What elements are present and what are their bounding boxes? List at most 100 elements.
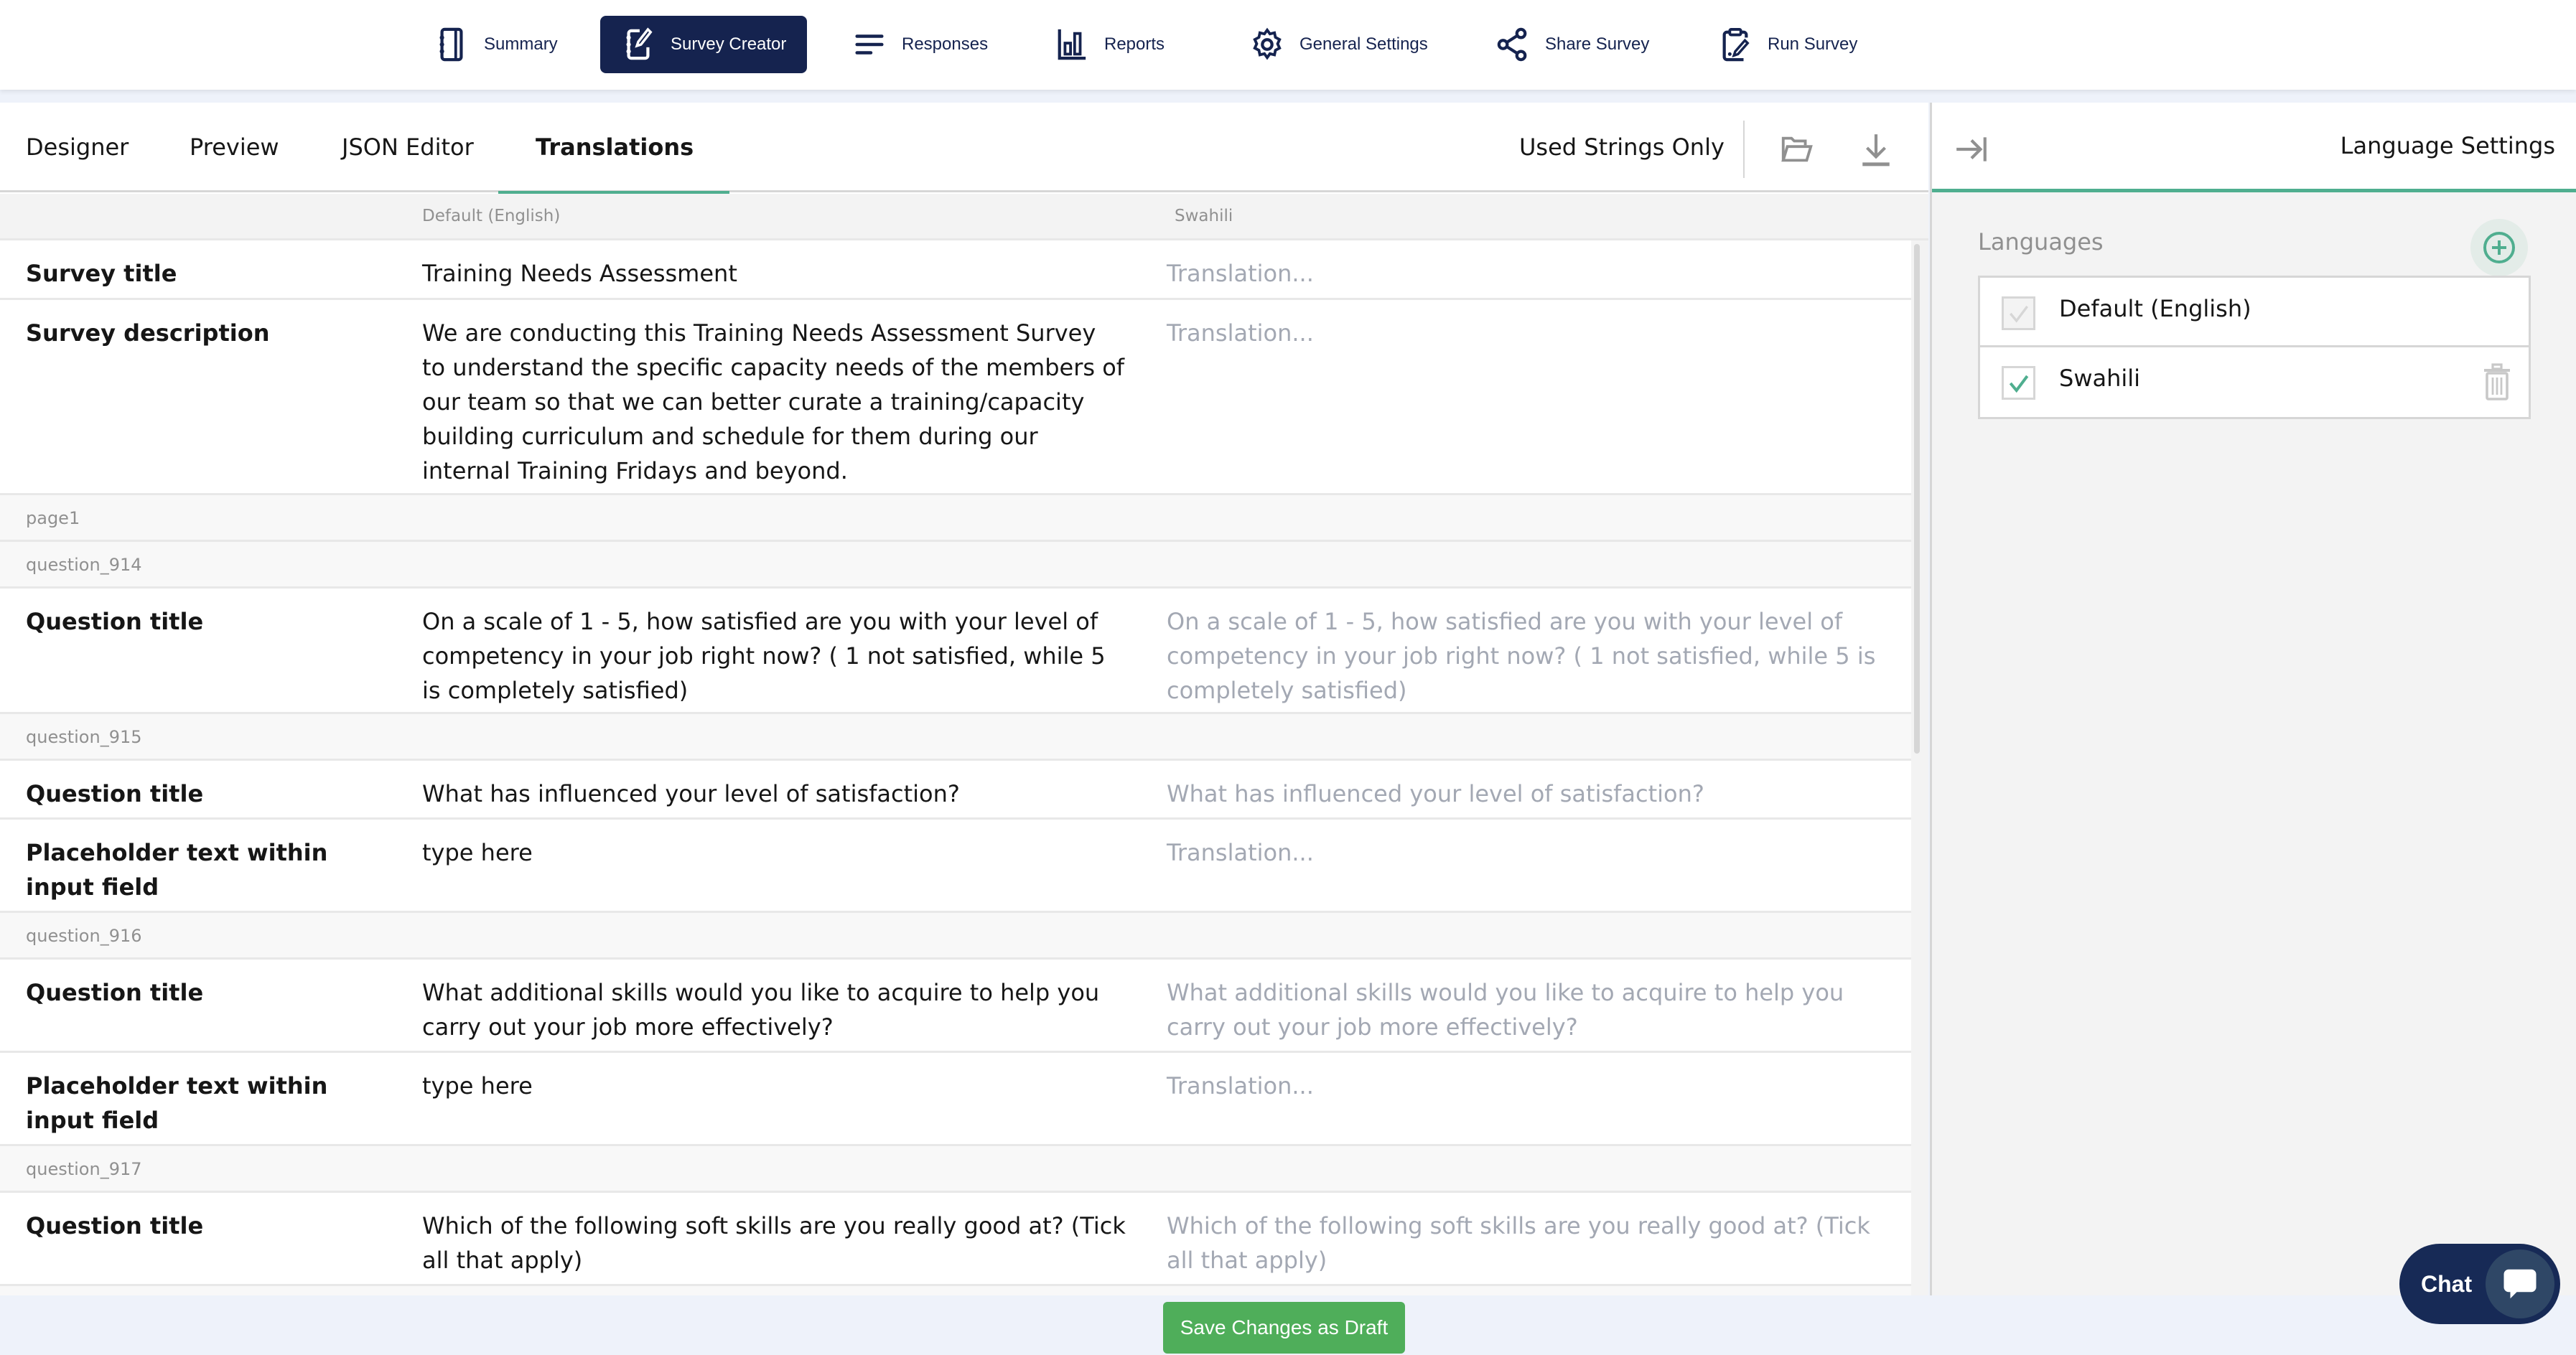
group-label: question_917	[26, 1159, 142, 1179]
language-settings-panel: Language Settings Languages Default (Eng…	[1930, 103, 2576, 1295]
group-label: question_914	[26, 555, 142, 575]
side-panel-title: Language Settings	[2340, 132, 2555, 159]
default-text: type here	[422, 839, 533, 866]
nav-responses[interactable]: Responses	[840, 16, 1001, 73]
add-language-button[interactable]	[2470, 219, 2528, 276]
row-label: Survey description	[26, 319, 270, 347]
table-row: Question title What has influenced your …	[0, 761, 1911, 820]
group-label: question_915	[26, 727, 142, 747]
bar-chart-icon	[1058, 29, 1086, 60]
nav-survey-creator-label: Survey Creator	[671, 34, 787, 54]
table-row: Survey title Training Needs Assessment T…	[0, 240, 1911, 300]
table-row: Placeholder text within input field type…	[0, 1053, 1911, 1146]
default-text: type here	[422, 1072, 533, 1100]
tab-translations[interactable]: Translations	[498, 103, 730, 194]
language-item: Default (English)	[1980, 278, 2529, 347]
nav-reports[interactable]: Reports	[1042, 16, 1177, 73]
group-row: question_915	[0, 714, 1911, 761]
translation-input[interactable]: What has influenced your level of satisf…	[1167, 777, 1885, 811]
row-label: Question title	[26, 608, 204, 635]
chat-button[interactable]: Chat	[2399, 1244, 2560, 1324]
language-name: Swahili	[2059, 365, 2141, 392]
language-checkbox[interactable]	[2002, 296, 2035, 330]
share-icon	[1497, 27, 1527, 62]
row-label: Question title	[26, 1212, 204, 1239]
nav-share-survey[interactable]: Share Survey	[1483, 16, 1662, 73]
group-row: question_916	[0, 913, 1911, 960]
notebook-icon	[439, 27, 463, 62]
creator-tabbar: Designer Preview JSON Editor Translation…	[0, 103, 1928, 194]
used-strings-only-toggle[interactable]: Used Strings Only	[1519, 103, 1725, 192]
group-label: page1	[26, 508, 80, 528]
tab-preview[interactable]: Preview	[190, 103, 279, 192]
check-icon	[2009, 375, 2029, 393]
language-name: Default (English)	[2059, 295, 2251, 322]
table-row: Question title Which of the following so…	[0, 1193, 1911, 1286]
nav-general-settings[interactable]: General Settings	[1238, 16, 1441, 73]
nav-survey-creator[interactable]: Survey Creator	[600, 16, 807, 73]
table-row: Question title What additional skills wo…	[0, 960, 1911, 1053]
language-checkbox[interactable]	[2002, 366, 2035, 400]
row-label: Placeholder text within input field	[26, 1072, 328, 1134]
default-text: Training Needs Assessment	[422, 260, 737, 287]
check-icon	[2010, 306, 2028, 323]
default-text: What additional skills would you like to…	[422, 979, 1100, 1041]
side-panel-header: Language Settings	[1932, 103, 2576, 192]
table-row: Survey description We are conducting thi…	[0, 300, 1911, 495]
nav-summary[interactable]: Summary	[422, 16, 571, 73]
nav-share-survey-label: Share Survey	[1545, 34, 1650, 54]
translation-input[interactable]: Translation...	[1167, 835, 1885, 870]
translation-input[interactable]: Translation...	[1167, 256, 1885, 291]
row-label: Question title	[26, 979, 204, 1006]
default-text: We are conducting this Training Needs As…	[422, 319, 1125, 484]
nav-responses-label: Responses	[902, 34, 989, 54]
tab-json-editor[interactable]: JSON Editor	[342, 103, 474, 192]
row-label: Question title	[26, 780, 204, 807]
vertical-scrollbar[interactable]	[1914, 244, 1920, 754]
nav-reports-label: Reports	[1104, 34, 1165, 54]
chat-bubble-icon	[2503, 1269, 2537, 1299]
nav-run-survey-label: Run Survey	[1768, 34, 1858, 54]
trash-icon	[2484, 363, 2510, 400]
table-row: Placeholder text within input field type…	[0, 820, 1911, 913]
collapse-panel-button[interactable]	[1954, 131, 1989, 167]
translation-input[interactable]: Which of the following soft skills are y…	[1167, 1209, 1885, 1277]
nav-summary-label: Summary	[484, 34, 558, 54]
table-header: Default (English) Swahili	[0, 194, 1928, 240]
export-button[interactable]	[1858, 131, 1894, 167]
chat-label: Chat	[2421, 1270, 2473, 1297]
row-label: Survey title	[26, 260, 177, 287]
translations-panel: Designer Preview JSON Editor Translation…	[0, 103, 1928, 1295]
group-row: question_914	[0, 542, 1911, 589]
default-text: What has influenced your level of satisf…	[422, 780, 960, 807]
gear-icon	[1253, 27, 1282, 60]
row-label: Placeholder text within input field	[26, 839, 328, 901]
table-body: Survey title Training Needs Assessment T…	[0, 240, 1911, 1295]
toolbar-divider	[1743, 121, 1745, 178]
group-row	[0, 1286, 1911, 1295]
lines-icon	[855, 34, 884, 55]
delete-language-button[interactable]	[2483, 363, 2511, 400]
nav-run-survey[interactable]: Run Survey	[1706, 16, 1870, 73]
languages-label: Languages	[1978, 228, 2104, 255]
import-button[interactable]	[1779, 131, 1815, 167]
translation-input[interactable]: Translation...	[1167, 316, 1885, 350]
language-list: Default (English) Swahili	[1978, 276, 2531, 419]
group-label: question_916	[26, 926, 142, 946]
table-row: Question title On a scale of 1 - 5, how …	[0, 589, 1911, 714]
translation-input[interactable]: Translation...	[1167, 1069, 1885, 1103]
translation-input[interactable]: What additional skills would you like to…	[1167, 975, 1885, 1044]
top-navigation: Summary Survey Creator Responses Reports…	[0, 0, 2576, 90]
download-icon	[1862, 134, 1890, 167]
chat-bubble	[2486, 1249, 2554, 1318]
group-row: question_917	[0, 1146, 1911, 1193]
group-row: page1	[0, 495, 1911, 542]
nav-general-settings-label: General Settings	[1299, 34, 1428, 54]
translation-input[interactable]: On a scale of 1 - 5, how satisfied are y…	[1167, 604, 1885, 708]
tab-designer[interactable]: Designer	[26, 103, 129, 192]
save-draft-button[interactable]: Save Changes as Draft	[1163, 1302, 1405, 1354]
translation-table: Default (English) Swahili Survey title T…	[0, 194, 1928, 1295]
default-text: Which of the following soft skills are y…	[422, 1212, 1126, 1274]
default-text: On a scale of 1 - 5, how satisfied are y…	[422, 608, 1106, 704]
language-item: Swahili	[1980, 347, 2529, 417]
